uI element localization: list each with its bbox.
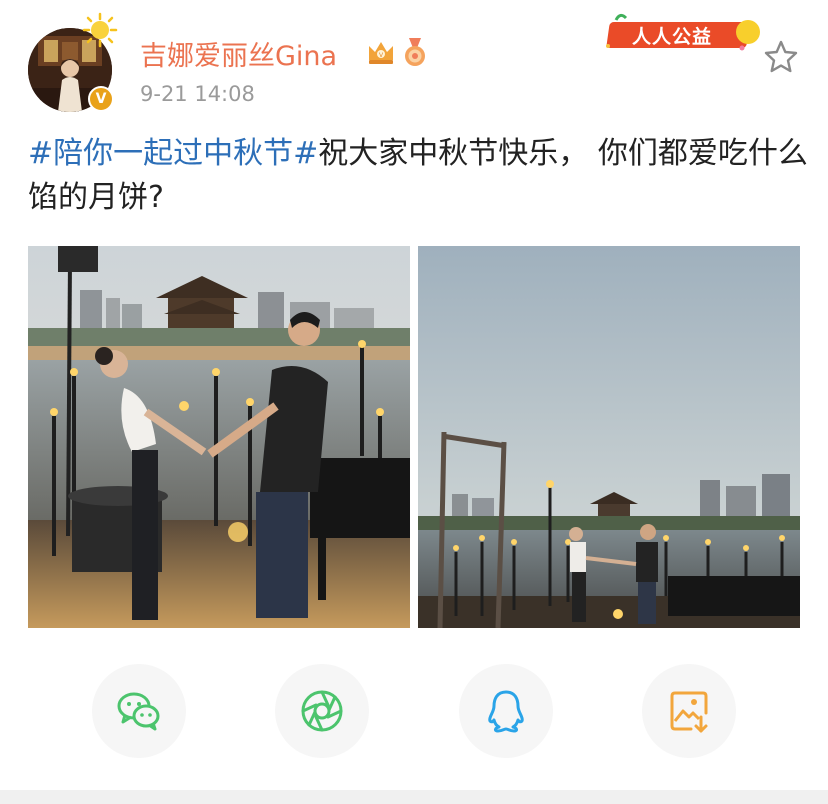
- verified-badge: V: [88, 86, 114, 112]
- save-image-button[interactable]: [642, 664, 736, 758]
- sun-sticker-icon: [82, 12, 118, 48]
- share-qq-button[interactable]: [459, 664, 553, 758]
- post-photo-2[interactable]: [418, 246, 800, 628]
- share-wechat-button[interactable]: [92, 664, 186, 758]
- star-icon[interactable]: [762, 38, 800, 76]
- post-photo-1[interactable]: [28, 246, 410, 628]
- medal-icon[interactable]: [400, 36, 430, 68]
- crown-icon[interactable]: V: [366, 38, 396, 66]
- hashtag-link[interactable]: #陪你一起过中秋节#: [28, 136, 318, 171]
- qq-icon: [488, 690, 524, 733]
- wechat-icon: [117, 692, 160, 731]
- post-timestamp: 9-21 14:08: [140, 82, 255, 106]
- share-moments-button[interactable]: [275, 664, 369, 758]
- username[interactable]: 吉娜爱丽丝Gina: [140, 34, 337, 73]
- public-welfare-badge[interactable]: 人人公益: [602, 12, 762, 56]
- moments-icon: [301, 690, 343, 732]
- bottom-divider: [0, 790, 828, 804]
- public-welfare-label: 人人公益: [632, 26, 713, 48]
- save-image-icon: [670, 691, 708, 733]
- post-text: #陪你一起过中秋节#祝大家中秋节快乐， 你们都爱吃什么馅的月饼?: [28, 132, 808, 220]
